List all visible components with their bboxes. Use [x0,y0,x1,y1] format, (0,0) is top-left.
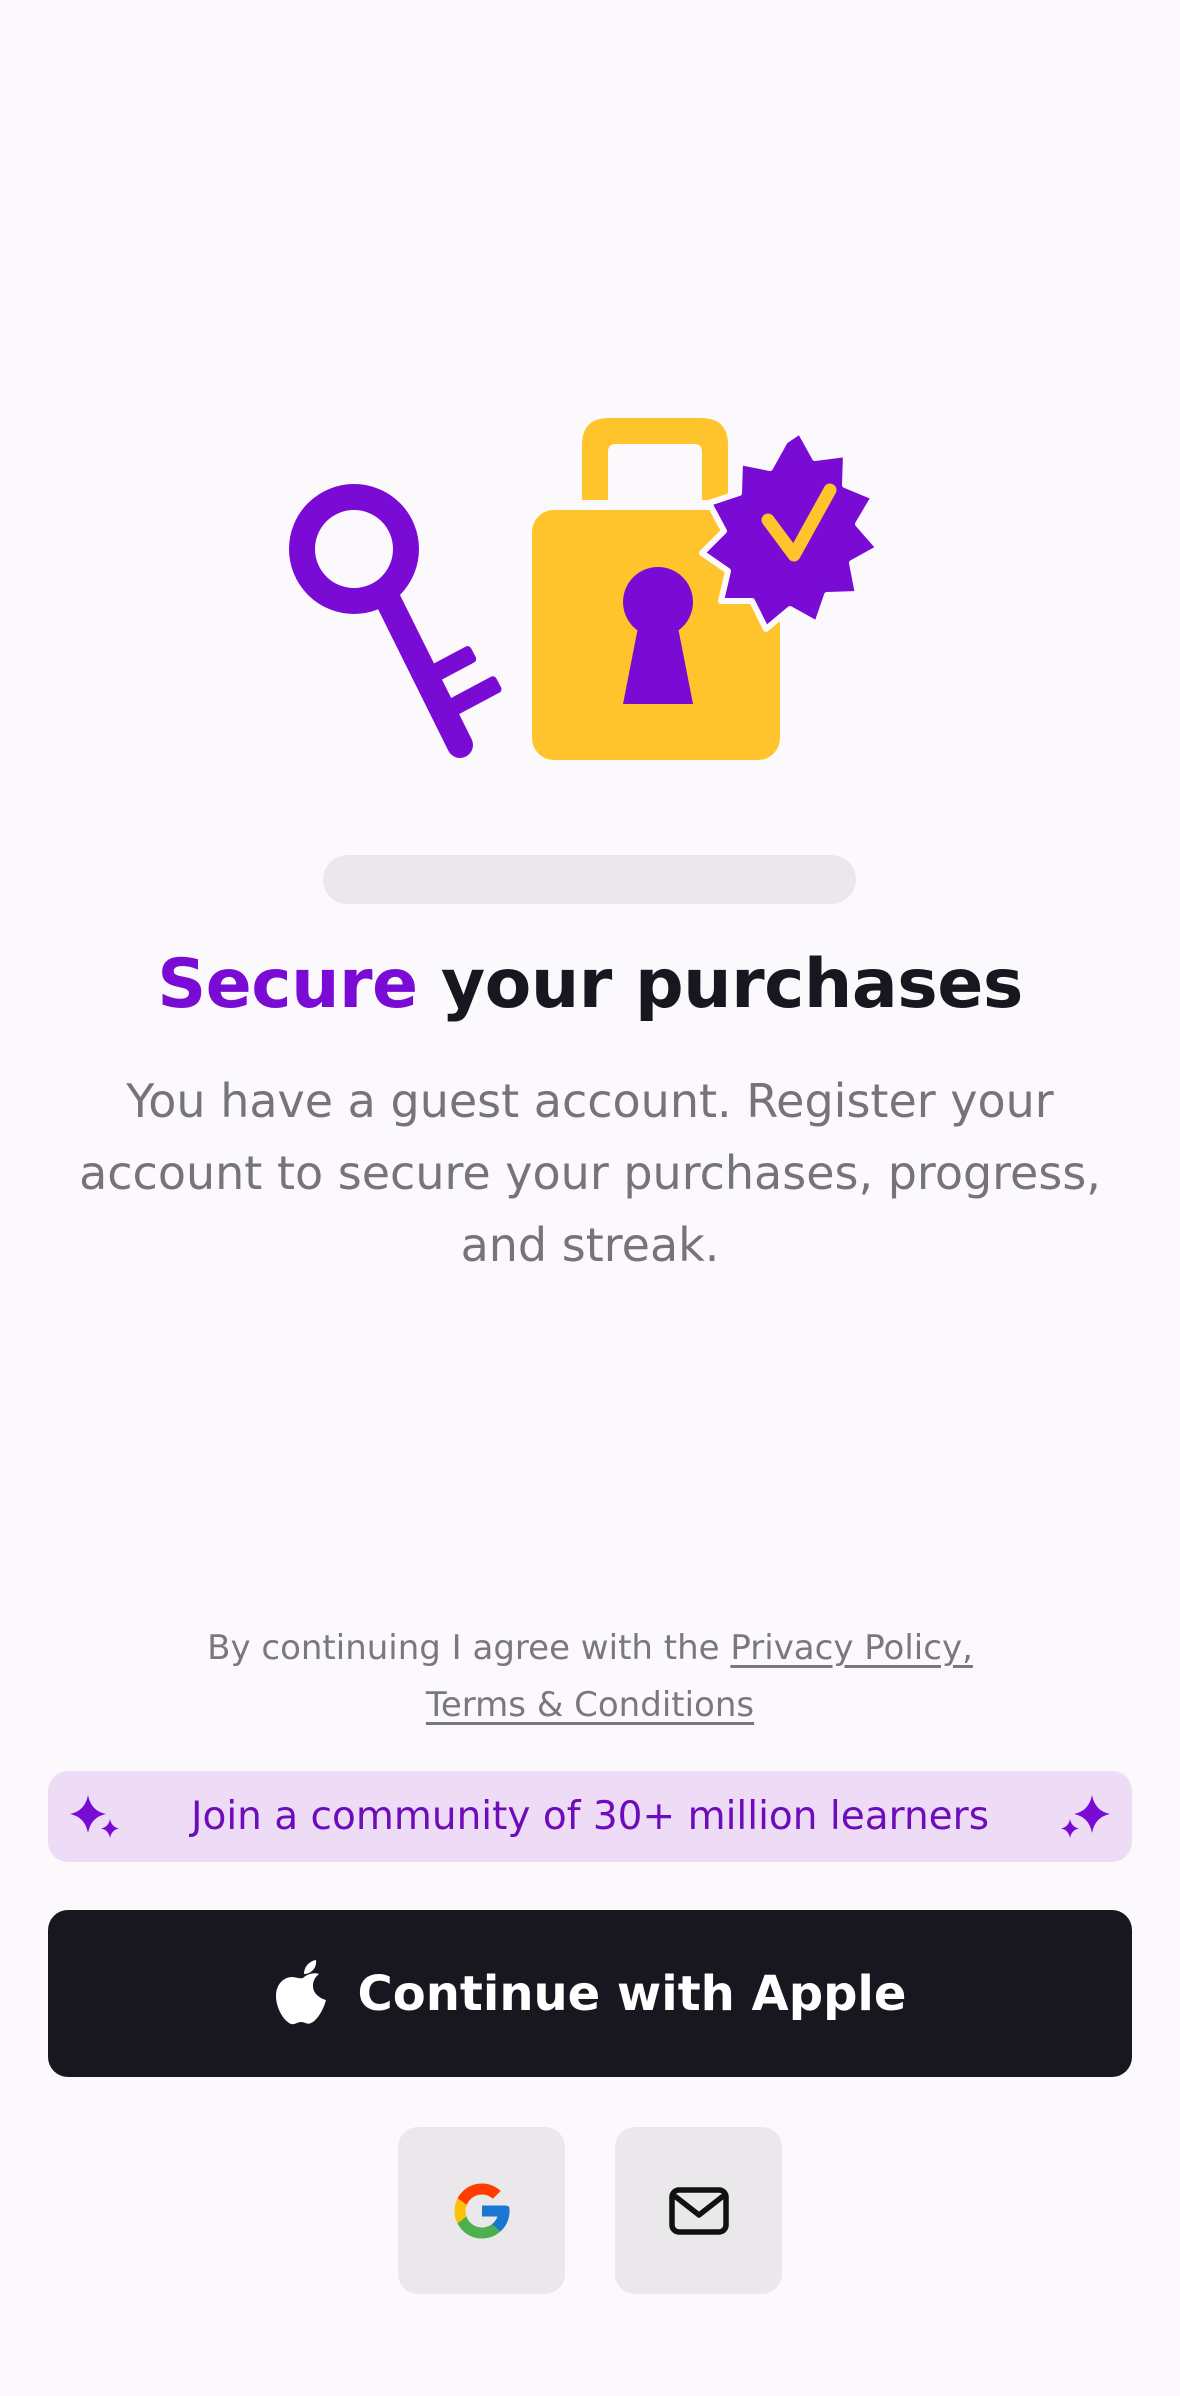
email-sign-in-button[interactable] [615,2127,782,2294]
community-banner: Join a community of 30+ million learners [48,1771,1132,1862]
verified-badge-icon [699,428,882,632]
privacy-policy-link[interactable]: Privacy Policy, [730,1628,973,1668]
title-rest: your purchases [417,945,1023,1024]
mail-icon [668,2186,729,2235]
legal-notice: By continuing I agree with the Privacy P… [120,1620,1060,1734]
legal-prefix: By continuing I agree with the [207,1628,731,1668]
sparkle-icon [70,1795,119,1838]
progress-indicator [323,855,856,904]
google-icon [454,2183,509,2238]
apple-icon [275,1959,326,2024]
sparkle-icon [1061,1795,1110,1838]
page-title: Secure your purchases [0,945,1180,1024]
key-icon [289,484,502,758]
hero-illustration [0,0,1180,800]
terms-conditions-link[interactable]: Terms & Conditions [426,1685,754,1725]
description-text: You have a guest account. Register your … [79,1074,1101,1272]
continue-with-apple-button[interactable]: Continue with Apple [48,1910,1132,2077]
community-label: Join a community of 30+ million learners [190,1794,990,1839]
title-accent-word: Secure [157,945,418,1024]
apple-button-label: Continue with Apple [357,1965,907,2022]
google-sign-in-button[interactable] [398,2127,565,2294]
